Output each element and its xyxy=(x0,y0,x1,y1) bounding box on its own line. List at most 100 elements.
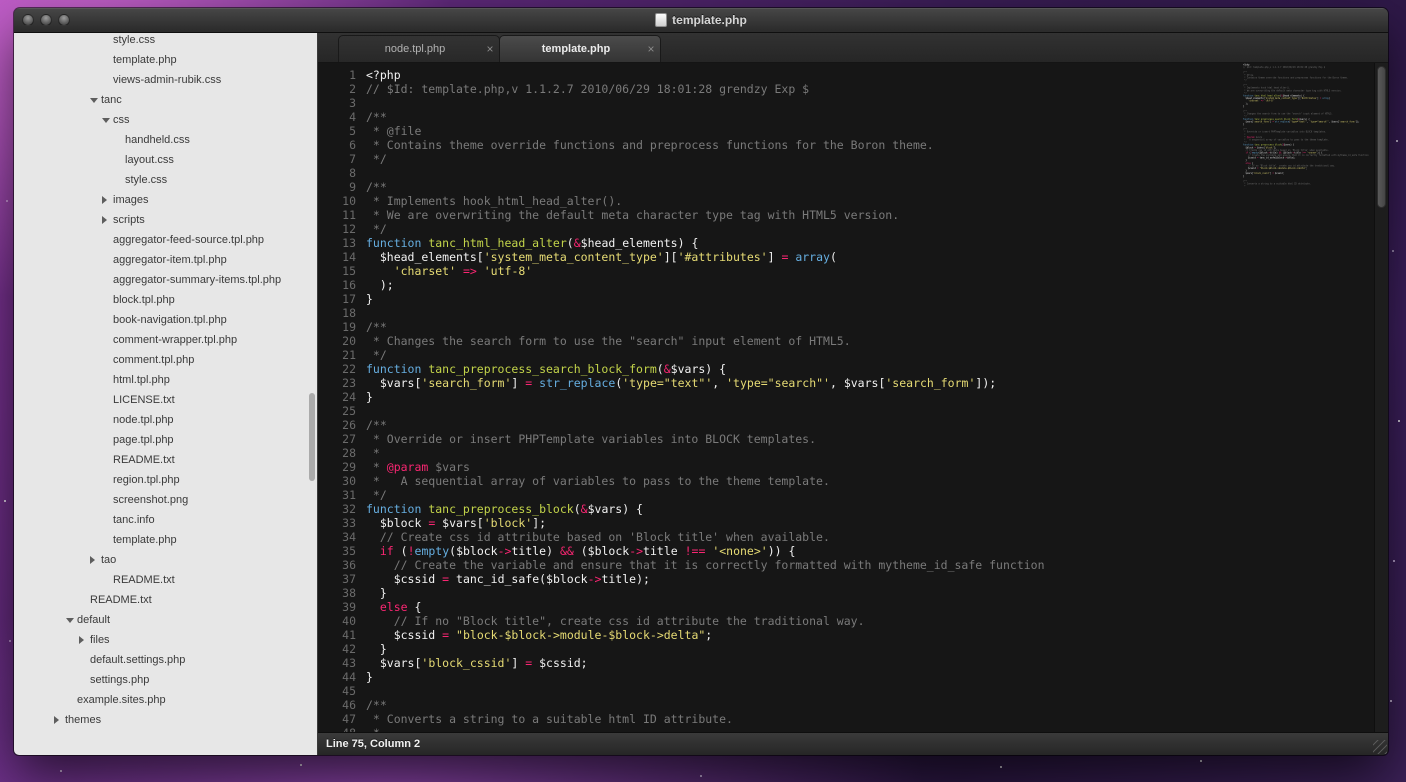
code-line[interactable]: * Changes the search form to use the "se… xyxy=(366,334,1388,348)
tree-file-handheld.css[interactable]: handheld.css xyxy=(14,130,317,150)
tree-file-style.css[interactable]: style.css xyxy=(14,170,317,190)
code-line[interactable]: if (!empty($block->title) && ($block->ti… xyxy=(366,544,1388,558)
code-line[interactable]: */ xyxy=(366,152,1388,166)
code-line[interactable]: * xyxy=(1243,185,1374,188)
code-line[interactable]: * We are overwriting the default meta ch… xyxy=(366,208,1388,222)
tree-file-comment-wrapper.tpl.php[interactable]: comment-wrapper.tpl.php xyxy=(14,330,317,350)
code-editor[interactable]: 1234567891011121314151617181920212223242… xyxy=(318,63,1388,732)
code-line[interactable]: } xyxy=(366,390,1388,404)
chevron-right-icon[interactable] xyxy=(102,196,107,204)
code-line[interactable]: * xyxy=(366,446,1388,460)
code-line[interactable] xyxy=(366,96,1388,110)
code-line[interactable]: } xyxy=(366,586,1388,600)
tree-folder-tanc[interactable]: tanc xyxy=(14,90,317,110)
tree-file-region.tpl.php[interactable]: region.tpl.php xyxy=(14,470,317,490)
tree-folder-tao[interactable]: tao xyxy=(14,550,317,570)
resize-grip[interactable] xyxy=(1373,740,1387,754)
code-line[interactable]: $head_elements['system_meta_content_type… xyxy=(366,250,1388,264)
code-line[interactable]: * Implements hook_html_head_alter(). xyxy=(366,194,1388,208)
editor-scrollbar-track[interactable] xyxy=(1374,63,1388,732)
tree-file-template.php[interactable]: template.php xyxy=(14,530,317,550)
code-line[interactable]: /** xyxy=(366,180,1388,194)
tree-file-style.css[interactable]: style.css xyxy=(14,33,317,50)
tree-file-block.tpl.php[interactable]: block.tpl.php xyxy=(14,290,317,310)
tree-file-LICENSE.txt[interactable]: LICENSE.txt xyxy=(14,390,317,410)
tab-close-icon[interactable]: × xyxy=(642,42,660,56)
code-line[interactable]: } xyxy=(366,292,1388,306)
chevron-down-icon[interactable] xyxy=(90,98,98,103)
code-line[interactable]: // Create the variable and ensure that i… xyxy=(366,558,1388,572)
code-line[interactable]: * Converts a string to a suitable html I… xyxy=(366,712,1388,726)
tree-file-example.sites.php[interactable]: example.sites.php xyxy=(14,690,317,710)
code-line[interactable]: $block = $vars['block']; xyxy=(366,516,1388,530)
code-line[interactable]: function tanc_html_head_alter(&$head_ele… xyxy=(366,236,1388,250)
tree-file-comment.tpl.php[interactable]: comment.tpl.php xyxy=(14,350,317,370)
code-line[interactable]: // $Id: template.php,v 1.1.2.7 2010/06/2… xyxy=(366,82,1388,96)
tree-file-screenshot.png[interactable]: screenshot.png xyxy=(14,490,317,510)
tree-file-views-admin-rubik.css[interactable]: views-admin-rubik.css xyxy=(14,70,317,90)
code-line[interactable] xyxy=(366,306,1388,320)
code-line[interactable]: else { xyxy=(366,600,1388,614)
code-line[interactable] xyxy=(366,684,1388,698)
tree-folder-default[interactable]: default xyxy=(14,610,317,630)
code-line[interactable]: /** xyxy=(366,418,1388,432)
tab-close-icon[interactable]: × xyxy=(481,42,499,56)
tree-folder-scripts[interactable]: scripts xyxy=(14,210,317,230)
tree-file-README.txt[interactable]: README.txt xyxy=(14,450,317,470)
tree-file-README.txt[interactable]: README.txt xyxy=(14,590,317,610)
code-line[interactable]: function tanc_preprocess_block(&$vars) { xyxy=(366,502,1388,516)
code-line[interactable]: $cssid = "block-$block->module-$block->d… xyxy=(366,628,1388,642)
tab-template.php[interactable]: template.php× xyxy=(499,35,661,62)
tree-file-tanc.info[interactable]: tanc.info xyxy=(14,510,317,530)
sidebar-file-tree[interactable]: style.csstemplate.phpviews-admin-rubik.c… xyxy=(14,33,318,755)
code-line[interactable]: $cssid = tanc_id_safe($block->title); xyxy=(366,572,1388,586)
zoom-button[interactable] xyxy=(58,14,70,26)
code-line[interactable]: function tanc_preprocess_search_block_fo… xyxy=(366,362,1388,376)
tree-file-aggregator-summary-items.tpl.php[interactable]: aggregator-summary-items.tpl.php xyxy=(14,270,317,290)
code-line[interactable]: * A sequential array of variables to pas… xyxy=(366,474,1388,488)
code-line[interactable]: * @param $vars xyxy=(366,460,1388,474)
tree-file-default.settings.php[interactable]: default.settings.php xyxy=(14,650,317,670)
tree-file-aggregator-item.tpl.php[interactable]: aggregator-item.tpl.php xyxy=(14,250,317,270)
chevron-down-icon[interactable] xyxy=(102,118,110,123)
chevron-right-icon[interactable] xyxy=(79,636,84,644)
tree-file-template.php[interactable]: template.php xyxy=(14,50,317,70)
tree-folder-css[interactable]: css xyxy=(14,110,317,130)
code-line[interactable]: } xyxy=(366,642,1388,656)
tree-file-settings.php[interactable]: settings.php xyxy=(14,670,317,690)
code-line[interactable] xyxy=(366,166,1388,180)
minimize-button[interactable] xyxy=(40,14,52,26)
code-line[interactable]: */ xyxy=(366,222,1388,236)
code-line[interactable]: <?php xyxy=(366,68,1388,82)
tree-folder-themes[interactable]: themes xyxy=(14,710,317,730)
chevron-down-icon[interactable] xyxy=(66,618,74,623)
code-line[interactable]: } xyxy=(366,670,1388,684)
sidebar-scrollbar[interactable] xyxy=(309,393,315,481)
code-line[interactable]: /** xyxy=(366,110,1388,124)
chevron-right-icon[interactable] xyxy=(102,216,107,224)
code-line[interactable]: // Create css id attribute based on 'Blo… xyxy=(366,530,1388,544)
code-line[interactable]: */ xyxy=(366,348,1388,362)
tree-file-node.tpl.php[interactable]: node.tpl.php xyxy=(14,410,317,430)
tree-file-layout.css[interactable]: layout.css xyxy=(14,150,317,170)
tree-file-page.tpl.php[interactable]: page.tpl.php xyxy=(14,430,317,450)
tree-file-aggregator-feed-source.tpl.php[interactable]: aggregator-feed-source.tpl.php xyxy=(14,230,317,250)
code-line[interactable]: * @file xyxy=(366,124,1388,138)
code-line[interactable]: * Override or insert PHPTemplate variabl… xyxy=(366,432,1388,446)
line-numbers-gutter[interactable]: 1234567891011121314151617181920212223242… xyxy=(318,63,362,732)
code-line[interactable]: ); xyxy=(366,278,1388,292)
window-titlebar[interactable]: template.php xyxy=(14,8,1388,33)
chevron-right-icon[interactable] xyxy=(54,716,59,724)
close-button[interactable] xyxy=(22,14,34,26)
tab-node.tpl.php[interactable]: node.tpl.php× xyxy=(338,35,500,62)
minimap[interactable]: <?php// $Id: template.php,v 1.1.2.7 2010… xyxy=(1243,63,1374,732)
code-line[interactable]: * Contains theme override functions and … xyxy=(366,138,1388,152)
code-line[interactable]: $vars['search_form'] = str_replace('type… xyxy=(366,376,1388,390)
code-line[interactable]: $vars['search_form'] = str_replace('type… xyxy=(1243,120,1374,123)
tree-folder-files[interactable]: files xyxy=(14,630,317,650)
code-line[interactable]: // If no "Block title", create css id at… xyxy=(366,614,1388,628)
tree-file-html.tpl.php[interactable]: html.tpl.php xyxy=(14,370,317,390)
tree-file-README.txt[interactable]: README.txt xyxy=(14,570,317,590)
code-line[interactable] xyxy=(366,404,1388,418)
code-line[interactable]: */ xyxy=(366,488,1388,502)
